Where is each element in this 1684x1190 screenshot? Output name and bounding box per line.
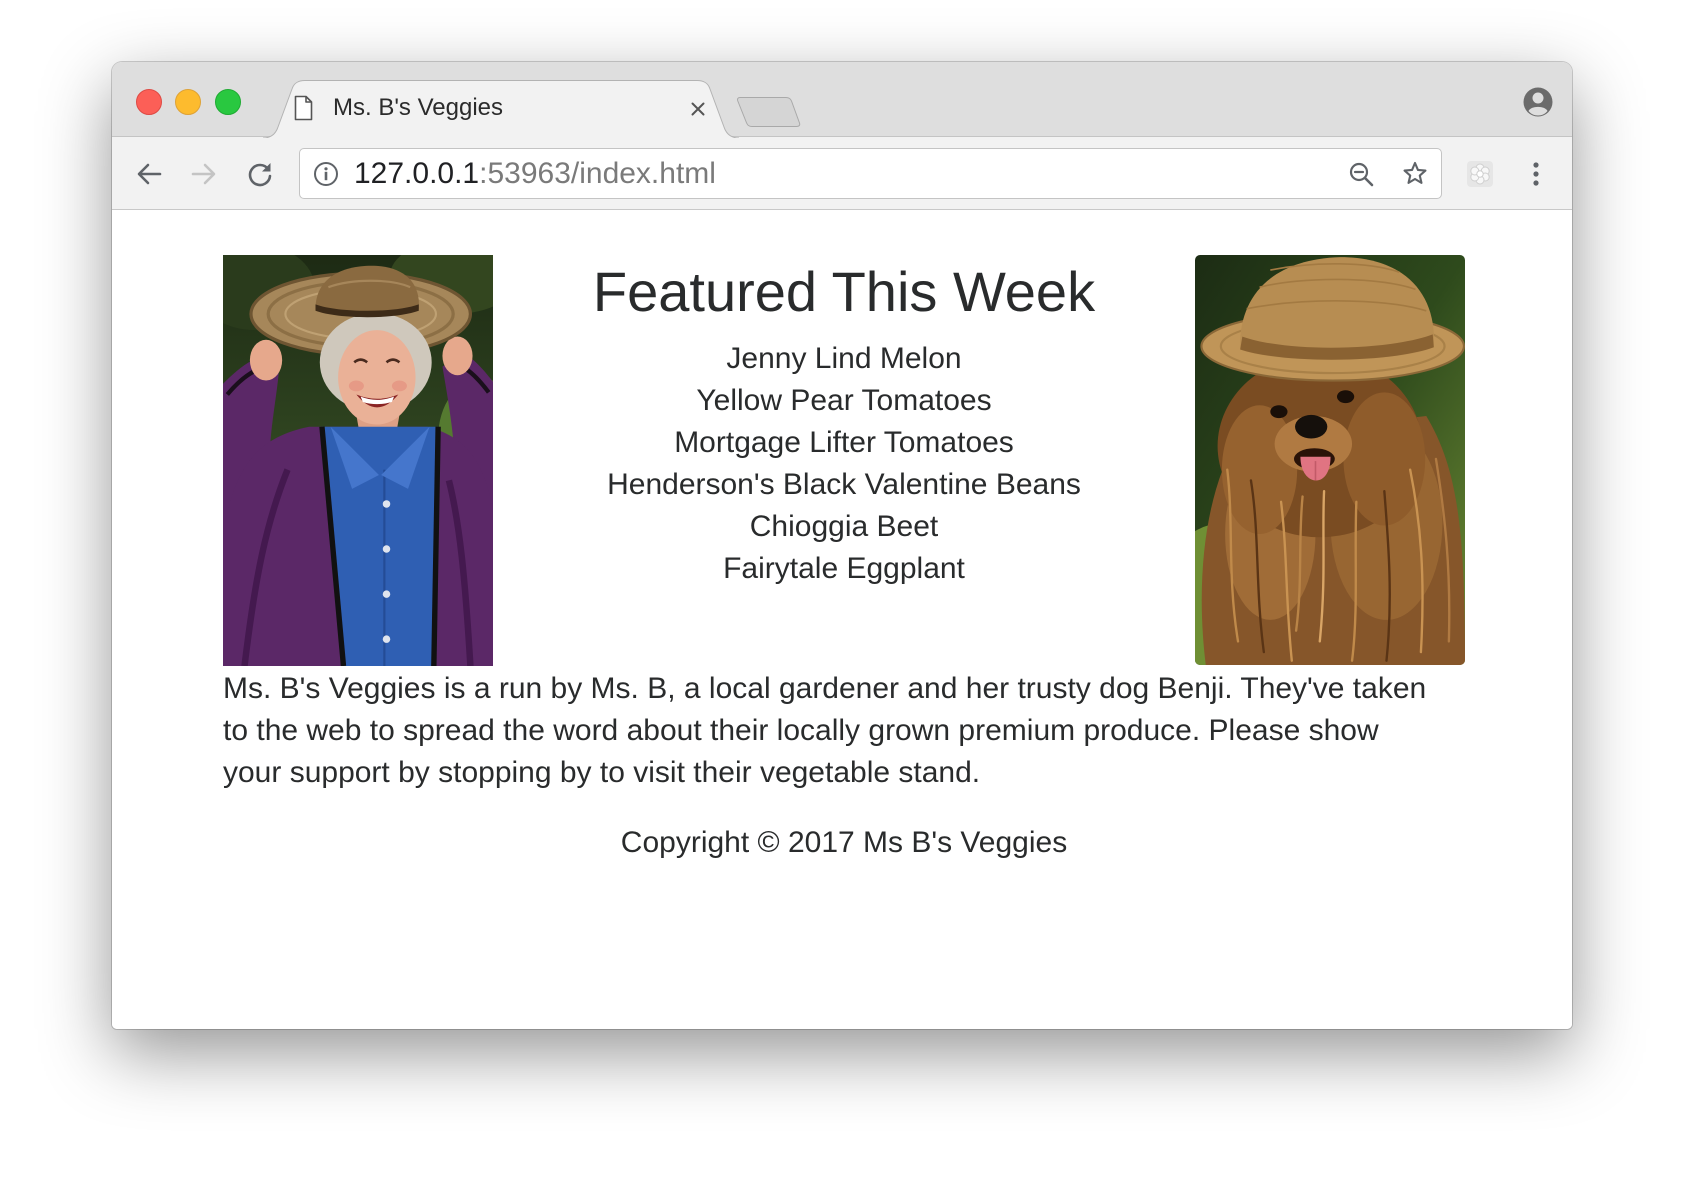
extension-icon[interactable] (1466, 160, 1494, 188)
featured-item: Mortgage Lifter Tomatoes (674, 426, 1014, 459)
dog-in-straw-hat-photo (1195, 255, 1465, 665)
reload-icon[interactable] (246, 160, 274, 188)
close-window-button[interactable] (136, 89, 162, 115)
tab-active[interactable]: Ms. B's Veggies (263, 80, 739, 138)
more-vert-icon[interactable] (1530, 160, 1542, 188)
desktop-background: Ms. B's Veggies 127.0.0.1:53963/index.ht… (0, 0, 1684, 1190)
account-circle-icon[interactable] (1523, 87, 1553, 117)
url-path: :53963/index.html (479, 157, 716, 190)
zoom-out-icon[interactable] (1348, 161, 1374, 187)
new-tab-icon (737, 97, 801, 127)
featured-item: Yellow Pear Tomatoes (696, 384, 992, 417)
back-arrow-icon[interactable] (135, 160, 163, 188)
featured-item: Chioggia Beet (749, 510, 939, 543)
browser-toolbar: 127.0.0.1:53963/index.html (112, 137, 1572, 210)
address-bar[interactable]: 127.0.0.1:53963/index.html (299, 148, 1442, 199)
browser-window: Ms. B's Veggies 127.0.0.1:53963/index.ht… (112, 62, 1572, 1029)
woman-in-straw-hat-photo (223, 255, 493, 666)
forward-arrow-icon[interactable] (190, 160, 218, 188)
featured-item: Jenny Lind Melon (726, 342, 962, 375)
star-icon[interactable] (1402, 161, 1428, 187)
about-paragraph: Ms. B's Veggies is a run by Ms. B, a loc… (223, 672, 1427, 789)
featured-item: Fairytale Eggplant (723, 552, 965, 585)
featured-heading: Featured This Week (592, 260, 1096, 323)
zoom-window-button[interactable] (215, 89, 241, 115)
featured-list: Jenny Lind Melon Yellow Pear Tomatoes Mo… (493, 338, 1195, 590)
info-icon[interactable] (313, 161, 339, 187)
new-tab-button[interactable] (736, 96, 802, 128)
close-tab-icon[interactable] (690, 101, 706, 117)
minimize-window-button[interactable] (175, 89, 201, 115)
page-content: Featured This Week Jenny Lind Melon Yell… (112, 210, 1572, 1029)
tab-strip: Ms. B's Veggies (112, 62, 1572, 138)
url-text[interactable]: 127.0.0.1:53963/index.html (354, 149, 716, 198)
tab-title: Ms. B's Veggies (333, 94, 503, 121)
document-icon (294, 95, 313, 121)
featured-item: Henderson's Black Valentine Beans (607, 468, 1081, 501)
url-host: 127.0.0.1 (354, 157, 480, 190)
copyright-footer: Copyright © 2017 Ms B's Veggies (620, 826, 1068, 859)
